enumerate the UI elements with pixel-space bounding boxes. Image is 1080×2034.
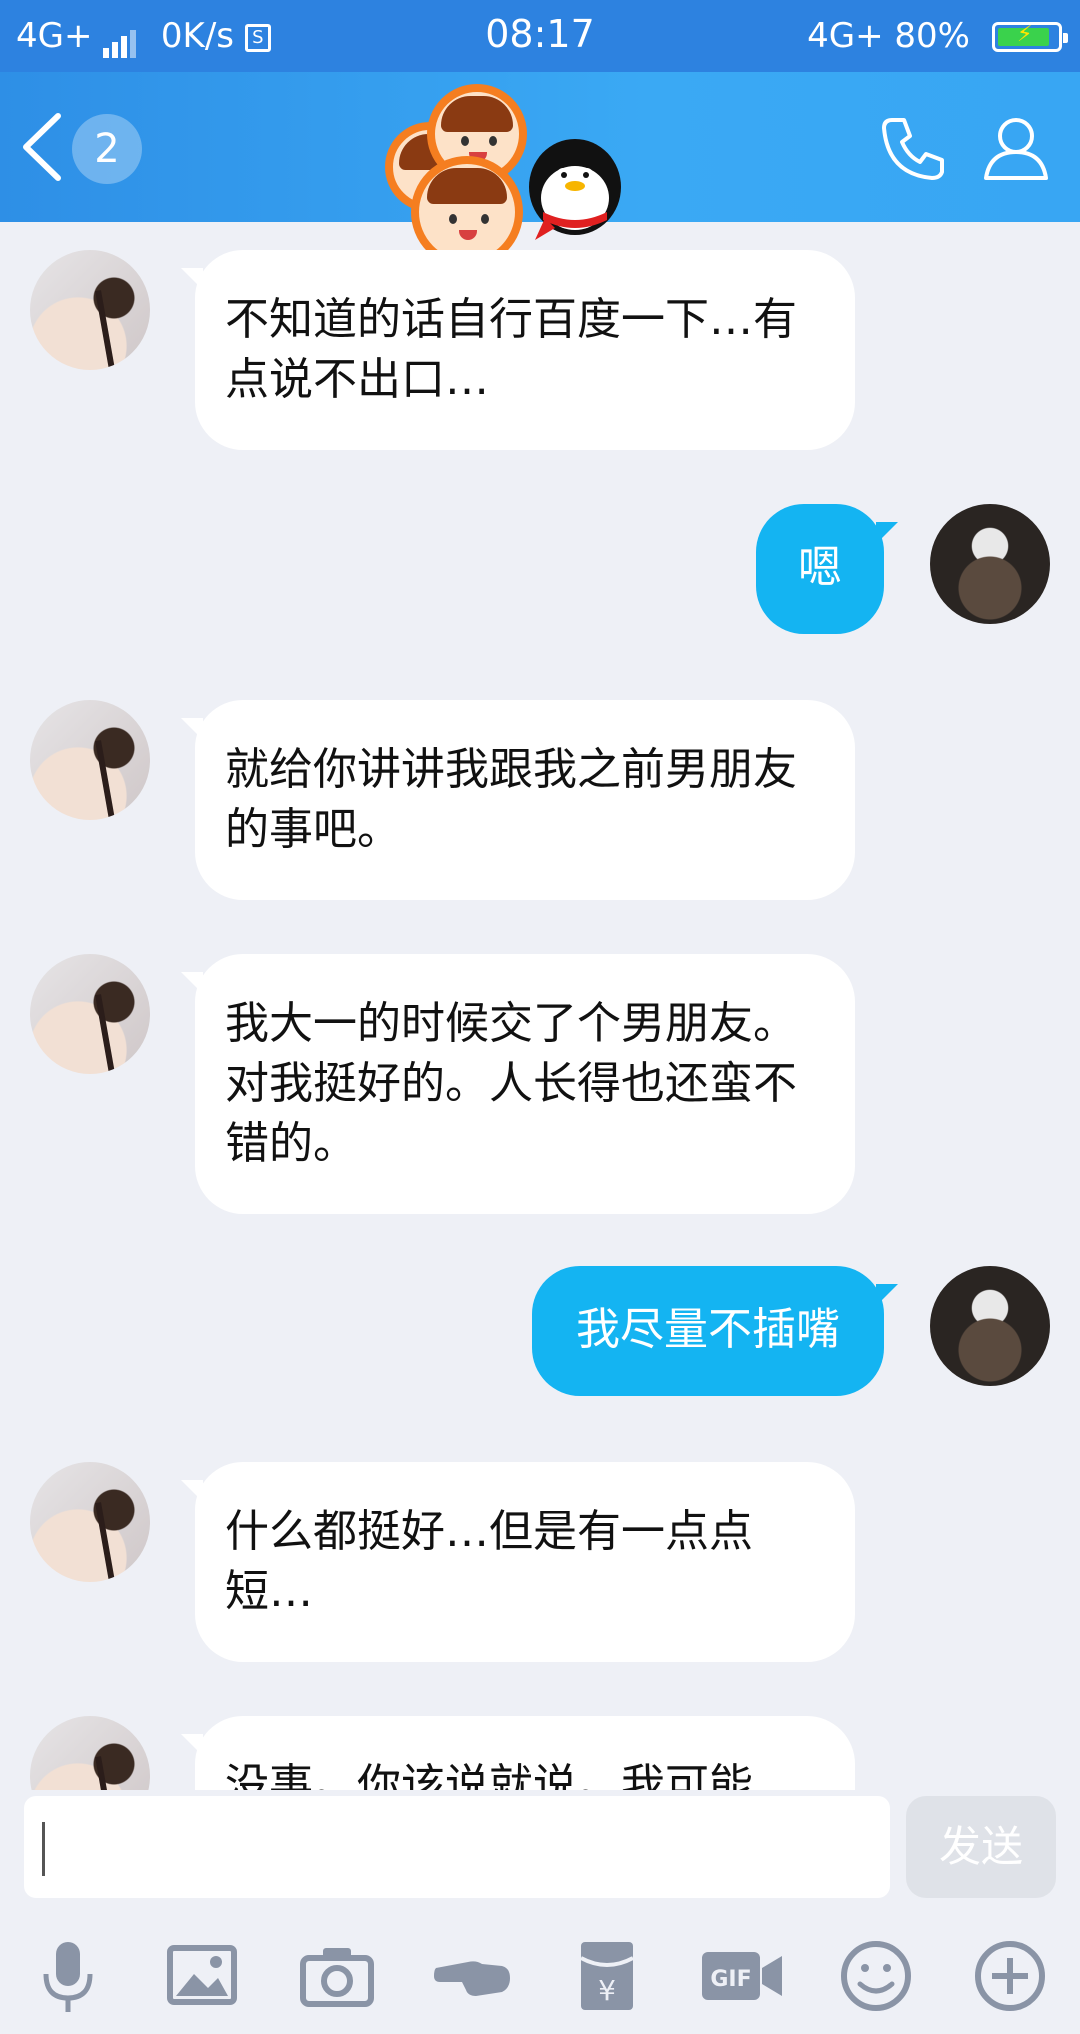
contact-avatar[interactable] bbox=[30, 1462, 150, 1582]
contact-avatar[interactable] bbox=[30, 700, 150, 820]
poke-icon bbox=[434, 1961, 510, 1996]
composer: 发送 bbox=[0, 1790, 1080, 1904]
contact-avatar[interactable] bbox=[30, 250, 150, 370]
more-button[interactable] bbox=[970, 1936, 1050, 2016]
status-right: 4G+ 80% bbox=[807, 16, 970, 56]
input-toolbar: ¥ GIF bbox=[0, 1904, 1080, 2034]
emoji-button[interactable] bbox=[836, 1936, 916, 2016]
microphone-icon bbox=[43, 1942, 93, 2012]
svg-text:¥: ¥ bbox=[598, 1974, 616, 2007]
send-button[interactable]: 发送 bbox=[906, 1796, 1056, 1898]
message-input[interactable] bbox=[24, 1796, 890, 1898]
battery-icon: ⚡ bbox=[992, 22, 1068, 52]
call-button[interactable] bbox=[878, 112, 950, 184]
image-icon bbox=[167, 1945, 237, 2005]
camera-icon bbox=[300, 1948, 374, 2007]
contact-avatar[interactable] bbox=[30, 1716, 150, 1790]
battery-percent: 80% bbox=[894, 16, 970, 56]
camera-button[interactable] bbox=[297, 1936, 377, 2016]
phone-icon bbox=[882, 118, 944, 180]
contact-avatar[interactable] bbox=[30, 954, 150, 1074]
message-bubble[interactable]: 我尽量不插嘴 bbox=[532, 1266, 898, 1396]
gif-icon: GIF bbox=[702, 1952, 782, 2000]
gif-button[interactable]: GIF bbox=[700, 1936, 784, 2016]
poke-button[interactable] bbox=[432, 1936, 512, 2016]
my-avatar[interactable] bbox=[930, 1266, 1050, 1386]
group-avatar[interactable] bbox=[385, 52, 645, 268]
person-icon bbox=[984, 118, 1048, 180]
photo-button[interactable] bbox=[162, 1936, 242, 2016]
plus-icon bbox=[975, 1941, 1045, 2011]
red-packet-button[interactable]: ¥ bbox=[567, 1936, 647, 2016]
svg-text:GIF: GIF bbox=[710, 1967, 751, 1992]
message-bubble[interactable]: 嗯 bbox=[756, 504, 898, 634]
network-indicator-right: 4G+ bbox=[807, 16, 884, 56]
chevron-left-icon bbox=[23, 113, 61, 181]
my-avatar[interactable] bbox=[930, 504, 1050, 624]
message-bubble[interactable]: 没事。你该说就说。我可能 bbox=[181, 1716, 855, 1790]
profile-button[interactable] bbox=[980, 112, 1052, 184]
message-bubble[interactable]: 就给你讲讲我跟我之前男朋友的事吧。 bbox=[181, 700, 855, 900]
unread-badge[interactable]: 2 bbox=[72, 114, 142, 184]
message-bubble[interactable]: 不知道的话自行百度一下…有点说不出口… bbox=[181, 250, 855, 450]
chat-header: 2 bbox=[0, 72, 1080, 268]
emoji-icon bbox=[841, 1941, 911, 2011]
message-bubble[interactable]: 我大一的时候交了个男朋友。对我挺好的。人长得也还蛮不错的。 bbox=[181, 954, 855, 1214]
voice-button[interactable] bbox=[28, 1936, 108, 2016]
red-packet-icon: ¥ bbox=[580, 1942, 634, 2010]
message-bubble[interactable]: 什么都挺好…但是有一点点短… bbox=[181, 1462, 855, 1662]
text-caret bbox=[42, 1822, 45, 1876]
back-button[interactable] bbox=[20, 112, 64, 182]
message-list[interactable]: 不知道的话自行百度一下…有点说不出口… 嗯 就给你讲讲我跟我之前男朋友的事吧。 … bbox=[0, 222, 1080, 1790]
